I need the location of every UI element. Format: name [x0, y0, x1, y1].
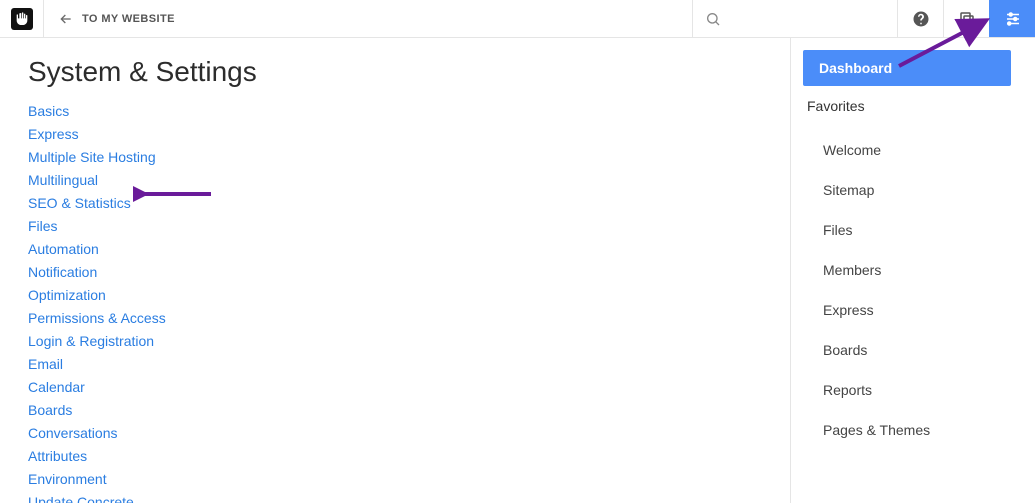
settings-link[interactable]: Notification — [28, 261, 762, 284]
dashboard-nav-item[interactable]: Boards — [803, 330, 1011, 370]
dashboard-nav-item[interactable]: Sitemap — [803, 170, 1011, 210]
search-input[interactable] — [692, 0, 897, 37]
top-bar: TO MY WEBSITE — [0, 0, 1035, 38]
settings-link[interactable]: Boards — [28, 399, 762, 422]
settings-link[interactable]: Email — [28, 353, 762, 376]
main-content: System & Settings Basics Express Multipl… — [0, 38, 790, 503]
settings-link[interactable]: Login & Registration — [28, 330, 762, 353]
dashboard-panel: Dashboard Favorites Welcome Sitemap File… — [790, 38, 1035, 503]
settings-link[interactable]: Files — [28, 215, 762, 238]
dashboard-nav-item[interactable]: Express — [803, 290, 1011, 330]
help-icon — [912, 10, 930, 28]
settings-link[interactable]: Permissions & Access — [28, 307, 762, 330]
dashboard-nav-item[interactable]: Pages & Themes — [803, 410, 1011, 450]
settings-link[interactable]: Conversations — [28, 422, 762, 445]
dashboard-nav-list: Welcome Sitemap Files Members Express Bo… — [803, 130, 1011, 450]
back-label: TO MY WEBSITE — [82, 13, 175, 25]
app-logo[interactable] — [0, 0, 44, 37]
settings-link[interactable]: SEO & Statistics — [28, 192, 762, 215]
settings-link[interactable]: Multiple Site Hosting — [28, 146, 762, 169]
settings-link[interactable]: Express — [28, 123, 762, 146]
dashboard-nav-item[interactable]: Welcome — [803, 130, 1011, 170]
settings-link[interactable]: Attributes — [28, 445, 762, 468]
dashboard-nav-item[interactable]: Members — [803, 250, 1011, 290]
settings-link[interactable]: Multilingual — [28, 169, 762, 192]
arrow-left-icon — [58, 11, 74, 27]
settings-link-list: Basics Express Multiple Site Hosting Mul… — [28, 100, 762, 503]
back-to-website-button[interactable]: TO MY WEBSITE — [44, 0, 189, 37]
search-icon — [705, 11, 721, 27]
page-title: System & Settings — [28, 56, 762, 88]
copy-icon — [958, 10, 976, 28]
settings-sliders-button[interactable] — [989, 0, 1035, 37]
settings-link[interactable]: Optimization — [28, 284, 762, 307]
settings-link[interactable]: Environment — [28, 468, 762, 491]
panel-header[interactable]: Dashboard — [803, 50, 1011, 86]
favorites-label: Favorites — [803, 86, 1011, 122]
help-button[interactable] — [897, 0, 943, 37]
hand-icon — [14, 11, 30, 27]
sliders-icon — [1004, 10, 1022, 28]
settings-link[interactable]: Basics — [28, 100, 762, 123]
settings-link[interactable]: Calendar — [28, 376, 762, 399]
pages-button[interactable] — [943, 0, 989, 37]
settings-link[interactable]: Update Concrete — [28, 491, 762, 503]
dashboard-nav-item[interactable]: Reports — [803, 370, 1011, 410]
dashboard-nav-item[interactable]: Files — [803, 210, 1011, 250]
settings-link[interactable]: Automation — [28, 238, 762, 261]
